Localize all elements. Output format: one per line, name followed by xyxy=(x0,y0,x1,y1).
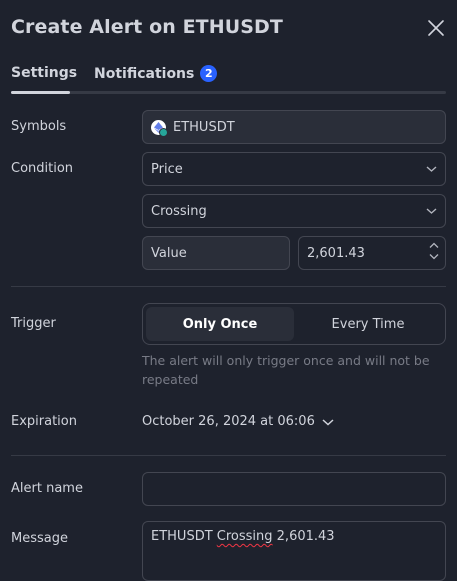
value-stepper[interactable] xyxy=(429,242,439,260)
condition-source-select[interactable]: Price xyxy=(142,152,446,186)
tab-track xyxy=(11,91,446,94)
trigger-every-time-option[interactable]: Every Time xyxy=(294,307,442,341)
tab-settings[interactable]: Settings xyxy=(11,65,77,81)
chevron-up-icon[interactable] xyxy=(429,242,439,249)
condition-operator-select[interactable]: Crossing xyxy=(142,194,446,228)
chevron-down-icon[interactable] xyxy=(429,253,439,260)
message-textarea[interactable]: ETHUSDT Crossing 2,601.43 xyxy=(142,521,446,581)
message-text: ETHUSDT Crossing 2,601.43 xyxy=(151,529,335,544)
close-icon xyxy=(428,20,444,36)
section-divider xyxy=(11,455,446,456)
condition-operator-value: Crossing xyxy=(151,203,207,219)
alert-name-input[interactable] xyxy=(142,472,446,506)
expiration-value: October 26, 2024 at 06:06 xyxy=(142,414,315,429)
message-suffix: 2,601.43 xyxy=(272,529,335,544)
section-divider xyxy=(11,286,446,287)
tab-notifications-label: Notifications xyxy=(94,65,195,82)
trigger-only-once-option[interactable]: Only Once xyxy=(146,307,294,341)
ethereum-icon xyxy=(151,119,168,137)
condition-value: 2,601.43 xyxy=(307,245,365,261)
message-prefix: ETHUSDT xyxy=(151,529,217,544)
symbol-field[interactable]: ETHUSDT xyxy=(142,110,446,144)
expiration-label: Expiration xyxy=(11,414,77,429)
trigger-label: Trigger xyxy=(11,316,56,331)
chevron-down-icon xyxy=(322,418,334,426)
tab-active-indicator xyxy=(11,91,70,94)
notifications-count-badge: 2 xyxy=(200,65,218,82)
message-misspelled-word: Crossing xyxy=(216,529,273,544)
condition-value-input[interactable]: 2,601.43 xyxy=(298,236,446,270)
chevron-down-icon xyxy=(426,166,437,172)
message-label: Message xyxy=(11,531,68,546)
dialog-title: Create Alert on ETHUSDT xyxy=(11,16,283,38)
chevron-down-icon xyxy=(426,208,437,214)
close-button[interactable] xyxy=(426,18,446,38)
value-type-label: Value xyxy=(151,245,187,261)
condition-source-value: Price xyxy=(151,161,183,177)
expiration-dropdown[interactable]: October 26, 2024 at 06:06 xyxy=(142,414,334,429)
alert-name-label: Alert name xyxy=(11,481,83,496)
symbols-label: Symbols xyxy=(11,119,67,134)
tab-notifications[interactable]: Notifications 2 xyxy=(94,65,218,82)
value-type-select[interactable]: Value xyxy=(142,236,290,270)
condition-label: Condition xyxy=(11,161,74,176)
trigger-hint: The alert will only trigger once and wil… xyxy=(142,353,430,387)
symbol-value: ETHUSDT xyxy=(173,119,235,135)
trigger-segmented-control: Only Once Every Time xyxy=(142,303,446,345)
